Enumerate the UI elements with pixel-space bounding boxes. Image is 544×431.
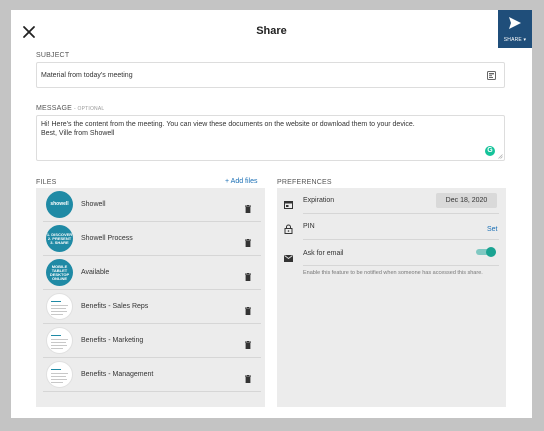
lock-icon xyxy=(284,221,293,239)
pref-row-ask-email: Ask for email xyxy=(277,239,506,289)
preferences-panel: Expiration Dec 18, 2020 PIN Set Ask for … xyxy=(277,188,506,407)
ask-email-label: Ask for email xyxy=(303,250,344,257)
subject-input[interactable]: Material from today's meeting xyxy=(36,62,505,88)
file-item-benefits-management[interactable]: Benefits - Management xyxy=(43,358,261,392)
file-name: Benefits - Marketing xyxy=(81,337,144,344)
trash-icon[interactable] xyxy=(245,268,251,286)
message-label: MESSAGE - OPTIONAL xyxy=(36,105,104,112)
file-thumbnail: 1. DISCOVER 2. PRESENT 3. SHARE xyxy=(46,225,73,252)
divider xyxy=(303,265,499,266)
pin-label: PIN xyxy=(303,223,315,230)
share-dialog: Share SHARE ▾ SUBJECT Material from toda… xyxy=(11,10,532,418)
file-name: Benefits - Sales Reps xyxy=(81,303,149,310)
trash-icon[interactable] xyxy=(245,234,251,252)
share-button[interactable]: SHARE ▾ xyxy=(498,10,532,48)
files-panel: showell Showell 1. DISCOVER 2. PRESENT 3… xyxy=(36,188,265,407)
toggle-knob xyxy=(486,247,496,257)
trash-icon[interactable] xyxy=(245,302,251,320)
template-icon[interactable] xyxy=(487,71,496,82)
trash-icon[interactable] xyxy=(245,370,251,388)
file-thumbnail: showell xyxy=(46,191,73,218)
ask-email-hint: Enable this feature to be notified when … xyxy=(303,270,483,276)
message-textarea[interactable]: Hi! Here's the content from the meeting.… xyxy=(36,115,505,161)
file-name: Showell Process xyxy=(81,235,133,242)
pref-row-pin: PIN Set xyxy=(277,213,506,239)
ask-email-toggle[interactable] xyxy=(476,247,496,257)
add-files-button[interactable]: + Add files xyxy=(225,178,258,185)
message-optional-tag: - OPTIONAL xyxy=(74,106,105,112)
subject-value: Material from today's meeting xyxy=(41,72,133,79)
expiration-date-picker[interactable]: Dec 18, 2020 xyxy=(436,193,497,208)
file-item-showell-process[interactable]: 1. DISCOVER 2. PRESENT 3. SHARE Showell … xyxy=(43,222,261,256)
file-item-available[interactable]: MOBILE TABLET DESKTOP ONLINE Available xyxy=(43,256,261,290)
message-value: Hi! Here's the content from the meeting.… xyxy=(41,121,415,137)
file-name: Showell xyxy=(81,201,106,208)
file-item-showell[interactable]: showell Showell xyxy=(43,188,261,222)
file-thumbnail xyxy=(46,361,73,388)
mail-icon xyxy=(284,249,293,267)
preferences-label: PREFERENCES xyxy=(277,179,332,186)
trash-icon[interactable] xyxy=(245,336,251,354)
file-thumbnail xyxy=(46,293,73,320)
file-item-benefits-sales-reps[interactable]: Benefits - Sales Reps xyxy=(43,290,261,324)
file-thumbnail: MOBILE TABLET DESKTOP ONLINE xyxy=(46,259,73,286)
trash-icon[interactable] xyxy=(245,200,251,218)
grammarly-icon[interactable]: G xyxy=(485,146,495,156)
file-name: Benefits - Management xyxy=(81,371,154,378)
file-name: Available xyxy=(81,269,110,276)
pref-row-expiration: Expiration Dec 18, 2020 xyxy=(277,188,506,213)
calendar-icon xyxy=(284,196,293,214)
dialog-title: Share xyxy=(256,25,287,37)
subject-label: SUBJECT xyxy=(36,52,70,59)
expiration-label: Expiration xyxy=(303,197,335,204)
file-thumbnail xyxy=(46,327,73,354)
files-label: FILES xyxy=(36,179,57,186)
file-item-benefits-marketing[interactable]: Benefits - Marketing xyxy=(43,324,261,358)
resize-handle-icon[interactable] xyxy=(498,154,503,159)
send-icon xyxy=(509,17,521,29)
message-label-text: MESSAGE xyxy=(36,105,73,112)
share-button-label: SHARE ▾ xyxy=(503,37,527,43)
pin-set-link[interactable]: Set xyxy=(487,226,498,233)
